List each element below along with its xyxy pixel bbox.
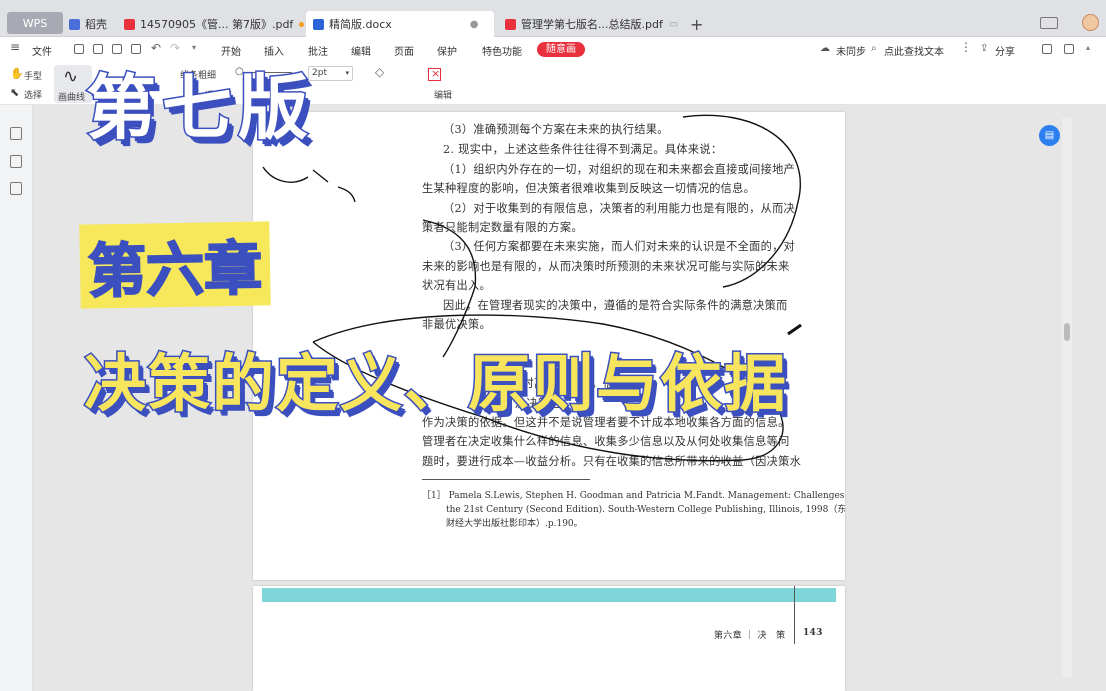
- tab-bar: WPS 稻壳 14570905《管... 第7版》.pdf 精简版.docx ●…: [0, 0, 1106, 37]
- tab-pdf1[interactable]: 14570905《管... 第7版》.pdf: [119, 11, 304, 37]
- share-icon: ⇪: [980, 43, 989, 54]
- comment-icon[interactable]: [1042, 44, 1052, 54]
- new-tab-button[interactable]: +: [690, 11, 706, 37]
- chevron-up-icon[interactable]: ▴: [1086, 43, 1090, 52]
- tab-label: 管理学第七版名...总结版.pdf: [521, 18, 663, 31]
- close-icon[interactable]: ●: [470, 19, 479, 30]
- menu-file[interactable]: 文件: [32, 43, 52, 58]
- overlay-title-topic: 决策的定义、原则与依据: [82, 346, 789, 422]
- search-icon: ⌕: [871, 43, 877, 54]
- window-layout-icon[interactable]: [1040, 17, 1058, 29]
- hamburger-icon[interactable]: ≡: [10, 40, 20, 54]
- panel-icon[interactable]: [1064, 44, 1074, 54]
- sync-status[interactable]: 未同步: [836, 43, 866, 58]
- vertical-scrollbar[interactable]: [1062, 118, 1072, 678]
- menu-edit[interactable]: 编辑: [351, 43, 371, 58]
- tab-docx[interactable]: 精简版.docx ●: [306, 11, 494, 37]
- curve-icon: ∿: [63, 66, 79, 87]
- eraser-icon[interactable]: ◇: [375, 65, 384, 79]
- floating-tool-button[interactable]: ▤: [1039, 125, 1060, 146]
- bookmark-icon[interactable]: [10, 127, 22, 140]
- page-footer-chapter: 第六章 ｜ 决 策: [714, 631, 786, 641]
- pdf-icon: [505, 18, 516, 30]
- select-tool[interactable]: 选择: [24, 88, 42, 101]
- menu-freehand[interactable]: 随意画: [537, 42, 585, 57]
- more-icon[interactable]: ⋮: [960, 40, 972, 54]
- chevron-down-icon[interactable]: ▾: [192, 43, 196, 52]
- pdf-icon: [124, 18, 135, 30]
- find-text-button[interactable]: 点此查找文本: [884, 43, 944, 58]
- size-select[interactable]: 2pt ▾: [308, 66, 353, 81]
- tab-label: 精简版.docx: [329, 18, 392, 31]
- chevron-down-icon: ▾: [345, 69, 349, 77]
- tab-label: 14570905《管... 第7版》.pdf: [140, 18, 294, 31]
- edit-label[interactable]: 编辑: [434, 88, 452, 101]
- menu-protect[interactable]: 保护: [437, 43, 457, 58]
- open-icon[interactable]: [74, 44, 84, 54]
- cursor-icon: ⬉: [10, 86, 20, 99]
- document-page-next: 第六章 ｜ 决 策 143: [253, 586, 845, 691]
- delete-icon[interactable]: ×: [428, 67, 441, 81]
- hand-icon: ✋: [10, 67, 24, 80]
- header-divider: [794, 586, 795, 644]
- daoke-icon: [69, 18, 80, 30]
- word-icon: [313, 18, 324, 30]
- pages-icon[interactable]: [10, 182, 22, 195]
- draw-curve-label: 画曲线: [58, 93, 86, 103]
- size-value: 2pt: [312, 68, 327, 78]
- share-button[interactable]: 分享: [995, 43, 1015, 58]
- wps-home-tab[interactable]: WPS: [7, 12, 63, 34]
- tab-label: 稻壳: [85, 18, 107, 31]
- cloud-icon: ☁: [820, 43, 830, 54]
- unsaved-dot: [299, 21, 304, 27]
- tab-daoke[interactable]: 稻壳: [69, 11, 117, 37]
- avatar[interactable]: [1082, 14, 1099, 31]
- overlay-title-edition: 第七版: [85, 66, 314, 151]
- header-band: [262, 588, 836, 602]
- left-sidebar: [0, 105, 33, 691]
- monitor-icon: ▭: [668, 18, 679, 30]
- menu-features[interactable]: 特色功能: [482, 43, 522, 58]
- overlay-title-chapter: 第六章: [79, 221, 271, 309]
- menu-page[interactable]: 页面: [394, 43, 414, 58]
- hand-tool[interactable]: 手型: [24, 69, 42, 82]
- tab-pdf2[interactable]: 管理学第七版名...总结版.pdf ▭: [500, 11, 680, 37]
- page-number: 143: [803, 628, 823, 638]
- thumbnail-icon[interactable]: [10, 155, 22, 168]
- scrollbar-thumb[interactable]: [1064, 323, 1070, 341]
